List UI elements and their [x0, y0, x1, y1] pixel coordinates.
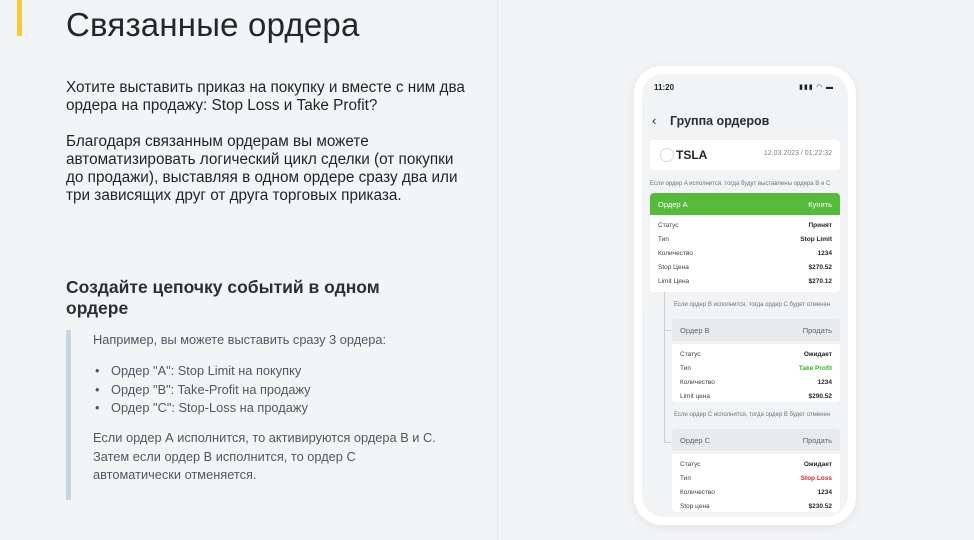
- detail-row: Тип Stop Limit: [650, 233, 840, 247]
- detail-label: Статус: [680, 351, 701, 358]
- detail-row: Статус Ожидает: [672, 458, 840, 472]
- hint-order-a: Если ордер A исполнится, тогда будут выс…: [650, 181, 831, 187]
- ticker-card[interactable]: TSLA 12.03.2023 / 01:22:32: [650, 140, 840, 170]
- detail-value: $270.12: [808, 278, 833, 285]
- detail-value: 1234: [817, 489, 832, 496]
- detail-value: Stop Limit: [800, 236, 832, 243]
- detail-label: Тип: [680, 365, 691, 372]
- detail-value-take-profit: Take Profit: [798, 365, 832, 372]
- detail-label: Статус: [658, 222, 679, 229]
- detail-value: $270.52: [808, 264, 833, 271]
- status-bar: 11:20 ▮▮▮ ◠ ▬: [642, 74, 848, 96]
- hint-order-b: Если ордер B исполнится, тогда ордер C б…: [674, 302, 831, 308]
- detail-label: Limit цена: [680, 393, 710, 400]
- detail-label: Количество: [680, 379, 715, 386]
- detail-value: Ожидает: [803, 351, 832, 358]
- section-title: Создайте цепочку событий в одном ордере: [66, 277, 380, 318]
- order-details: Статус Ожидает Тип Take Profit Количество 1…: [672, 344, 840, 402]
- detail-label: Limit Цена: [658, 278, 690, 285]
- list-item: Ордер "A": Stop Limit на покупку: [93, 362, 311, 381]
- example-note: Если ордер А исполнится, то активируются…: [93, 430, 436, 482]
- order-card-a[interactable]: Ордер A Купить Статус Принят Тип Stop Limi…: [650, 193, 840, 292]
- order-name: Ордер B: [680, 326, 710, 335]
- detail-row: Статус Принят: [650, 219, 840, 233]
- order-action: Продать: [802, 326, 832, 335]
- detail-row: Тип Take Profit: [672, 362, 840, 376]
- intro-text: Хотите выставить приказ на покупку и вме…: [66, 79, 466, 223]
- order-details: Статус Ожидает Тип Stop Loss Количество 123…: [672, 454, 840, 512]
- detail-row: Количество 1234: [672, 376, 840, 390]
- screen-title: Группа ордеров: [670, 114, 770, 128]
- order-card-b[interactable]: Ордер B Продать Статус Ожидает Тип Take Pr…: [672, 319, 840, 402]
- detail-label: Тип: [680, 475, 691, 482]
- order-name: Ордер A: [658, 200, 688, 209]
- detail-label: Статус: [680, 461, 701, 468]
- ticker-datetime: 12.03.2023 / 01:22:32: [763, 150, 832, 157]
- back-chevron-icon[interactable]: ‹: [652, 113, 656, 128]
- detail-row: Stop цена $230.52: [672, 500, 840, 514]
- ticker-symbol: TSLA: [676, 148, 708, 162]
- detail-value: $290.52: [808, 393, 833, 400]
- order-details: Статус Принят Тип Stop Limit Количество 123…: [650, 215, 840, 292]
- detail-label: Количество: [658, 250, 693, 257]
- signal-wifi-battery-icon: ▮▮▮ ◠ ▬: [799, 84, 834, 91]
- detail-row: Количество 1234: [672, 486, 840, 500]
- detail-value: Принят: [808, 222, 832, 229]
- detail-label: Тип: [658, 236, 669, 243]
- list-item: Ордер "C": Stop-Loss на продажу: [93, 399, 311, 418]
- phone-screen: 11:20 ▮▮▮ ◠ ▬ ‹ Группа ордеров TSLA 12.0…: [642, 74, 848, 517]
- detail-row: Тип Stop Loss: [672, 472, 840, 486]
- detail-value: 1234: [817, 379, 832, 386]
- order-card-header: Ордер A Купить: [650, 193, 840, 215]
- intro-paragraph-2: Благодаря связанным ордерам вы можете ав…: [66, 133, 458, 204]
- status-time: 11:20: [654, 83, 675, 92]
- ticker-logo-icon: [660, 148, 674, 162]
- order-name: Ордер C: [680, 436, 711, 445]
- order-card-header: Ордер B Продать: [672, 319, 840, 341]
- detail-row: Stop Цена $270.52: [650, 261, 840, 275]
- phone-mockup: 11:20 ▮▮▮ ◠ ▬ ‹ Группа ордеров TSLA 12.0…: [634, 66, 856, 525]
- example-lead: Например, вы можете выставить сразу 3 ор…: [93, 332, 387, 347]
- tree-connector: [664, 292, 671, 331]
- detail-row: Количество 1234: [650, 247, 840, 261]
- page-title: Связанные ордера: [66, 6, 360, 43]
- tree-connector: [664, 331, 671, 443]
- detail-row: Limit цена $290.52: [672, 390, 840, 404]
- accent-bar: [17, 0, 22, 36]
- detail-label: Stop цена: [680, 503, 710, 510]
- detail-value: $230.52: [808, 503, 833, 510]
- column-divider: [497, 0, 498, 540]
- detail-value-stop-loss: Stop Loss: [800, 475, 832, 482]
- detail-row: Limit Цена $270.12: [650, 275, 840, 289]
- detail-label: Количество: [680, 489, 715, 496]
- detail-label: Stop Цена: [658, 264, 689, 271]
- detail-row: Статус Ожидает: [672, 348, 840, 362]
- order-action: Купить: [808, 200, 832, 209]
- hint-order-c: Если ордер C исполнится, тогда ордер B б…: [674, 412, 831, 418]
- order-action: Продать: [802, 436, 832, 445]
- example-list: Ордер "A": Stop Limit на покупку Ордер "…: [93, 362, 311, 418]
- list-item: Ордер "B": Take-Profit на продажу: [93, 381, 311, 400]
- order-card-header: Ордер C Продать: [672, 429, 840, 451]
- detail-value: 1234: [817, 250, 832, 257]
- intro-paragraph-1: Хотите выставить приказ на покупку и вме…: [66, 79, 465, 114]
- detail-value: Ожидает: [803, 461, 832, 468]
- example-quote: Например, вы можете выставить сразу 3 ор…: [66, 330, 446, 500]
- order-card-c[interactable]: Ордер C Продать Статус Ожидает Тип Stop Lo…: [672, 429, 840, 512]
